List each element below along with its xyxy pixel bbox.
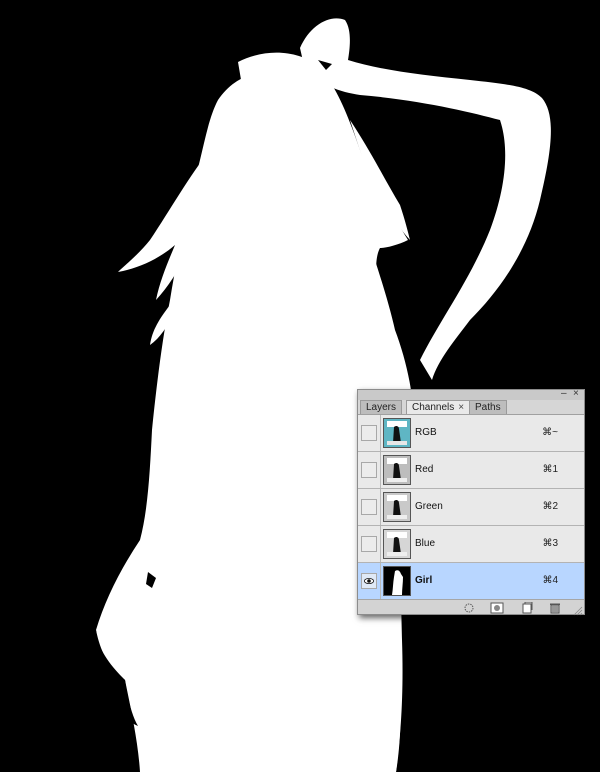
channel-name: RGB <box>415 427 437 438</box>
visibility-toggle[interactable] <box>361 462 377 478</box>
channel-thumbnail <box>383 492 411 522</box>
tab-paths-label: Paths <box>475 402 501 413</box>
channel-shortcut: ⌘3 <box>542 538 558 549</box>
visibility-toggle[interactable] <box>361 573 377 589</box>
row-divider <box>380 526 381 562</box>
channel-thumbnail <box>383 566 411 596</box>
panel-tabs: Layers Channels× Paths ▾≡ <box>358 400 584 422</box>
row-divider <box>380 415 381 451</box>
close-tab-icon[interactable]: × <box>458 402 464 413</box>
row-divider <box>380 489 381 525</box>
new-channel-icon[interactable] <box>520 601 534 614</box>
row-divider <box>380 452 381 488</box>
tab-channels[interactable]: Channels × <box>406 400 471 415</box>
channel-name: Girl <box>415 575 433 586</box>
channel-row-rgb[interactable]: RGB ⌘~ <box>358 415 584 452</box>
alpha-channel-canvas[interactable] <box>0 0 600 772</box>
channel-shortcut: ⌘4 <box>542 575 558 586</box>
save-selection-icon[interactable] <box>490 601 504 614</box>
panel-footer <box>358 599 584 616</box>
minimize-button[interactable]: – <box>561 389 567 399</box>
channel-name: Blue <box>415 538 436 549</box>
delete-channel-icon[interactable] <box>548 601 562 614</box>
channel-thumbnail <box>383 455 411 485</box>
channel-thumbnail <box>383 529 411 559</box>
channel-row-girl[interactable]: Girl ⌘4 <box>358 563 584 600</box>
visibility-toggle[interactable] <box>361 499 377 515</box>
channel-list: RGB ⌘~ Red ⌘1 Green ⌘2 Blue ⌘3 Girl ⌘4 <box>358 414 584 601</box>
channel-thumbnail <box>383 418 411 448</box>
channels-panel: – × Layers Channels× Paths ▾≡ RGB ⌘~ Red… <box>357 389 585 616</box>
channel-shortcut: ⌘2 <box>542 501 558 512</box>
visibility-toggle[interactable] <box>361 425 377 441</box>
tab-paths[interactable]: Paths <box>469 400 507 414</box>
channel-shortcut: ⌘1 <box>542 464 558 475</box>
tab-layers[interactable]: Layers <box>360 400 403 414</box>
row-divider <box>380 563 381 599</box>
channel-row-green[interactable]: Green ⌘2 <box>358 489 584 526</box>
visibility-toggle[interactable] <box>361 536 377 552</box>
channel-row-red[interactable]: Red ⌘1 <box>358 452 584 489</box>
panel-titlebar[interactable]: – × <box>358 389 584 400</box>
load-selection-icon[interactable] <box>462 601 476 613</box>
channel-row-blue[interactable]: Blue ⌘3 <box>358 526 584 563</box>
close-panel-button[interactable]: × <box>573 389 579 399</box>
tab-layers-label: Layers <box>366 402 397 413</box>
resize-grip-icon[interactable] <box>573 603 583 616</box>
eye-icon <box>364 577 374 585</box>
tab-channels-label: Channels <box>412 402 455 413</box>
channel-name: Red <box>415 464 434 475</box>
channel-shortcut: ⌘~ <box>542 427 558 438</box>
channel-name: Green <box>415 501 443 512</box>
